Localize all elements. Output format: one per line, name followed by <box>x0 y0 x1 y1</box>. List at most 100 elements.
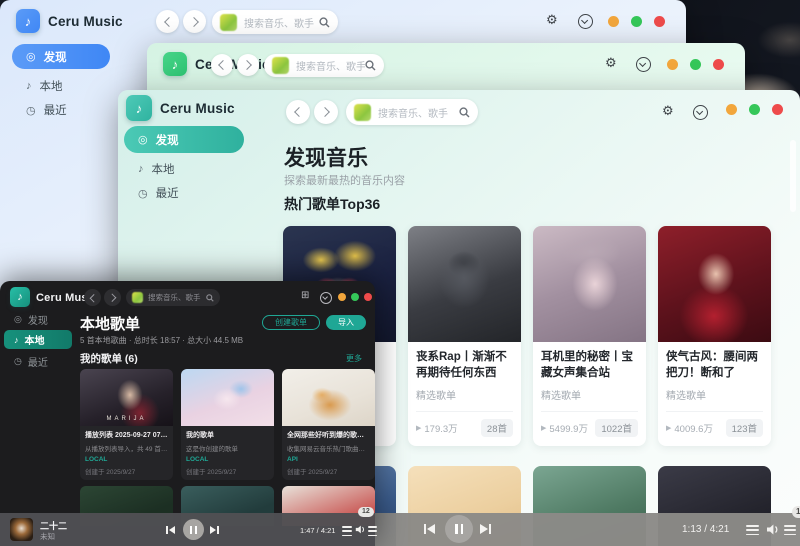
pause-button[interactable] <box>445 515 473 543</box>
volume-icon[interactable] <box>766 523 780 536</box>
sidebar-item-recent[interactable]: ◷最近 <box>124 183 258 203</box>
play-count: ▶4009.6万 <box>666 421 713 435</box>
local-playlist-card[interactable]: 我的歌单 这是你创建的歌单 LOCAL 创建于 2025/9/27 ▶ ✎ ↗ … <box>181 369 274 480</box>
queue-count-badge: 12 <box>792 506 800 518</box>
collapse-window-icon[interactable] <box>693 105 708 120</box>
back-button[interactable] <box>286 100 310 124</box>
maximize-button[interactable] <box>749 104 760 115</box>
playlist-cover <box>282 369 375 426</box>
clock-icon: ◷ <box>138 187 148 200</box>
back-button[interactable] <box>211 54 233 76</box>
forward-button[interactable] <box>237 54 259 76</box>
collapse-window-icon[interactable] <box>578 14 593 29</box>
previous-track-button[interactable] <box>424 524 435 534</box>
avatar <box>272 57 289 74</box>
current-song-artist: 未知 <box>40 531 55 542</box>
playlist-card[interactable]: 耳机里的秘密丨宝藏女声集合站 精选歌单 ▶5499.9万 1022首 <box>533 226 646 446</box>
close-button[interactable] <box>654 16 665 27</box>
section-title: 热门歌单Top36 <box>284 194 380 214</box>
close-button[interactable] <box>713 59 724 70</box>
playlist-subtitle: 精选歌单 <box>666 387 763 402</box>
compass-icon: ◎ <box>26 50 36 63</box>
playlist-card[interactable]: 丧系Rap丨渐渐不再期待任何东西 精选歌单 ▶179.3万 28首 <box>408 226 521 446</box>
playlist-subtitle: 精选歌单 <box>416 387 513 402</box>
close-button[interactable] <box>364 293 372 301</box>
back-button[interactable] <box>84 289 101 306</box>
play-count: ▶5499.9万 <box>541 421 588 435</box>
maximize-button[interactable] <box>690 59 701 70</box>
minimize-button[interactable] <box>726 104 737 115</box>
app-title: Ceru Music <box>48 14 123 29</box>
sidebar-item-recent[interactable]: ◷最近 <box>12 100 124 120</box>
sidebar-item-discover[interactable]: ◎发现 <box>4 311 82 327</box>
import-button[interactable]: 导入 <box>326 315 366 330</box>
album-art[interactable] <box>10 518 33 541</box>
search-input[interactable]: 搜索音乐、歌手 <box>212 10 338 34</box>
playlist-cover <box>408 226 521 342</box>
next-track-button[interactable] <box>480 524 491 534</box>
compass-icon: ◎ <box>138 133 148 146</box>
app-title: Ceru Music <box>160 101 235 116</box>
collapse-window-icon[interactable] <box>636 57 651 72</box>
equalizer-icon[interactable] <box>746 525 759 535</box>
song-count-badge: 1022首 <box>595 419 638 437</box>
mini-player-icon[interactable]: ⊞ <box>301 291 309 301</box>
next-track-button[interactable] <box>210 526 219 534</box>
created-date: 创建于 2025/9/27 <box>186 466 269 476</box>
minimize-button[interactable] <box>608 16 619 27</box>
maximize-button[interactable] <box>351 293 359 301</box>
minimize-button[interactable] <box>667 59 678 70</box>
maximize-button[interactable] <box>631 16 642 27</box>
settings-gear-icon[interactable]: ⚙ <box>546 13 558 26</box>
local-playlist-card[interactable]: 全网那些好听到爆的歌曲300首 (… 收集网易云音乐热门歌曲精选集：全网… AP… <box>282 369 375 480</box>
search-input[interactable]: 搜索音乐、歌手 <box>264 54 384 77</box>
forward-button[interactable] <box>314 100 338 124</box>
back-button[interactable] <box>156 10 179 33</box>
play-queue-icon[interactable] <box>784 525 796 535</box>
local-playlist-card[interactable]: MARIJA 播放列表 2025-09-27 07:23 从播放列表导入，共 4… <box>80 369 173 480</box>
scrollbar[interactable] <box>790 140 796 212</box>
playlist-title: 播放列表 2025-09-27 07:23 <box>85 430 168 440</box>
playlist-card[interactable]: 侠气古风：腰间两把刀！断和了 精选歌单 ▶4009.6万 123首 <box>658 226 771 446</box>
forward-button[interactable] <box>183 10 206 33</box>
app-logo-music-note-icon: ♪ <box>163 52 187 76</box>
sidebar-item-discover[interactable]: ◎发现 <box>12 44 110 69</box>
player-bar: 二十二 未知 1:47 / 4:21 12 <box>0 513 375 546</box>
queue-count-badge: 12 <box>358 507 374 517</box>
search-input[interactable]: 搜索音乐、歌手 <box>346 99 478 125</box>
search-icon[interactable] <box>206 294 214 302</box>
close-button[interactable] <box>772 104 783 115</box>
playlist-subtitle: 精选歌单 <box>541 387 638 402</box>
forward-button[interactable] <box>104 289 121 306</box>
minimize-button[interactable] <box>338 293 346 301</box>
play-count-icon: ▶ <box>541 424 546 432</box>
page-title: 发现音乐 <box>284 142 368 172</box>
music-note-icon: ♪ <box>26 80 32 92</box>
search-icon[interactable] <box>319 17 330 28</box>
song-count-badge: 28首 <box>481 419 513 437</box>
equalizer-icon[interactable] <box>342 526 352 536</box>
music-note-icon: ♪ <box>14 335 19 345</box>
window-dark[interactable]: ♪ Ceru Music 搜索音乐、歌手 ⊞ ◎发现 ♪本地 ◷最近 本地歌单 … <box>0 281 375 546</box>
sidebar-item-local[interactable]: ♪本地 <box>124 159 258 179</box>
sidebar-item-discover[interactable]: ◎发现 <box>124 126 244 153</box>
collapse-window-icon[interactable] <box>320 292 332 304</box>
create-playlist-button[interactable]: 创建歌单 <box>262 315 320 330</box>
settings-gear-icon[interactable]: ⚙ <box>662 104 674 117</box>
playlist-cover <box>181 369 274 426</box>
playlist-desc: 从播放列表导入，共 49 首歌曲 <box>85 443 168 453</box>
sidebar-item-local[interactable]: ♪本地 <box>4 330 72 349</box>
sidebar-item-recent[interactable]: ◷最近 <box>4 353 82 369</box>
settings-gear-icon[interactable]: ⚙ <box>605 56 617 69</box>
pause-button[interactable] <box>183 519 204 540</box>
volume-icon[interactable] <box>355 524 366 535</box>
playback-time: 1:13 / 4:21 <box>682 524 729 535</box>
play-count: ▶179.3万 <box>416 421 458 435</box>
previous-track-button[interactable] <box>166 526 175 534</box>
search-icon[interactable] <box>365 60 376 71</box>
search-input[interactable]: 搜索音乐、歌手 <box>126 289 220 306</box>
more-link[interactable]: 更多 <box>346 353 362 364</box>
playlist-title: 侠气古风：腰间两把刀！断和了 <box>666 350 763 381</box>
sidebar-item-local[interactable]: ♪本地 <box>12 76 124 96</box>
search-icon[interactable] <box>459 107 470 118</box>
